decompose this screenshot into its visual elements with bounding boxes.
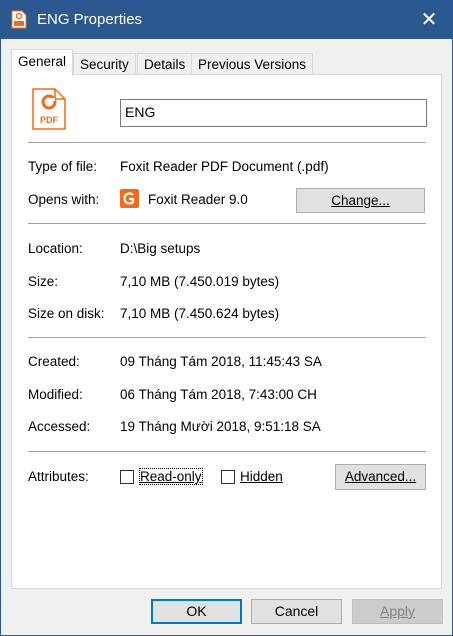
pdf-icon-text: PDF bbox=[40, 115, 58, 125]
tab-general[interactable]: General bbox=[11, 49, 74, 76]
hidden-label-text: Hidden bbox=[240, 469, 283, 484]
modified-value: 06 Tháng Tám 2018, 7:43:00 CH bbox=[120, 387, 317, 402]
size-value: 7,10 MB (7.450.019 bytes) bbox=[120, 274, 280, 289]
readonly-label[interactable]: Read-only bbox=[139, 468, 203, 485]
general-panel: PDF ENG Type of file: Foxit Reader PDF D… bbox=[11, 74, 442, 589]
divider bbox=[28, 451, 426, 452]
hidden-label[interactable]: Hidden bbox=[240, 469, 283, 484]
tab-details[interactable]: Details bbox=[137, 53, 193, 75]
change-button-label: Change... bbox=[331, 193, 390, 208]
hidden-checkbox[interactable] bbox=[221, 470, 235, 484]
accessed-label: Accessed: bbox=[28, 419, 91, 434]
properties-window: ENG Properties ✕ General Security Detail… bbox=[0, 0, 453, 636]
readonly-checkbox[interactable] bbox=[120, 470, 134, 484]
divider bbox=[28, 142, 426, 143]
opens-with-label: Opens with: bbox=[28, 192, 100, 207]
file-name-input[interactable]: ENG bbox=[120, 99, 427, 127]
size-on-disk-label: Size on disk: bbox=[28, 306, 105, 321]
location-value: D:\Big setups bbox=[120, 241, 201, 256]
accessed-value: 19 Tháng Mười 2018, 9:51:18 SA bbox=[120, 419, 321, 434]
cancel-button[interactable]: Cancel bbox=[251, 599, 342, 624]
readonly-label-text: Read-only bbox=[140, 469, 202, 484]
apply-button-label: Apply bbox=[379, 603, 416, 619]
divider bbox=[28, 223, 426, 224]
created-label: Created: bbox=[28, 354, 80, 369]
close-icon[interactable]: ✕ bbox=[406, 1, 452, 39]
location-label: Location: bbox=[28, 241, 83, 256]
pdf-file-icon bbox=[11, 10, 27, 29]
window-title: ENG Properties bbox=[37, 11, 143, 28]
type-label: Type of file: bbox=[28, 159, 98, 174]
modified-label: Modified: bbox=[28, 387, 83, 402]
change-button[interactable]: Change... bbox=[296, 188, 425, 213]
ok-button[interactable]: OK bbox=[151, 599, 242, 624]
attributes-label: Attributes: bbox=[28, 469, 89, 484]
foxit-reader-icon bbox=[120, 189, 139, 208]
created-value: 09 Tháng Tám 2018, 11:45:43 SA bbox=[120, 354, 322, 369]
advanced-button[interactable]: Advanced... bbox=[335, 464, 426, 490]
size-label: Size: bbox=[28, 274, 59, 289]
apply-button[interactable]: Apply bbox=[352, 599, 443, 624]
size-on-disk-value: 7,10 MB (7.450.624 bytes) bbox=[120, 306, 280, 321]
opens-with-value: Foxit Reader 9.0 bbox=[148, 192, 248, 207]
divider bbox=[28, 337, 426, 338]
title-bar[interactable]: ENG Properties ✕ bbox=[1, 1, 452, 39]
tab-security[interactable]: Security bbox=[73, 53, 136, 75]
advanced-button-label: Advanced... bbox=[344, 469, 417, 484]
type-value: Foxit Reader PDF Document (.pdf) bbox=[120, 159, 329, 174]
tab-previous-versions[interactable]: Previous Versions bbox=[191, 53, 314, 75]
